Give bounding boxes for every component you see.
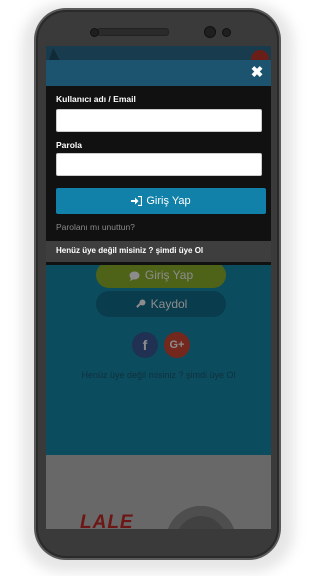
password-label: Parola <box>56 140 82 150</box>
sensor-dot <box>222 28 231 37</box>
sign-in-icon <box>131 195 143 207</box>
forgot-password-link[interactable]: Parolanı mı unuttun? <box>56 222 135 232</box>
login-button-label: Giriş Yap <box>146 195 191 207</box>
phone-speaker <box>97 28 169 36</box>
username-input[interactable] <box>56 109 262 132</box>
password-input[interactable] <box>56 153 262 176</box>
username-label: Kullanıcı adı / Email <box>56 94 136 104</box>
login-button[interactable]: Giriş Yap <box>56 188 266 214</box>
front-camera <box>204 26 216 38</box>
modal-body: Kullanıcı adı / Email Parola Giriş Yap P… <box>46 86 271 265</box>
app-screen: Giriş Yap Kaydol f G+ Henüz üye değil mi… <box>46 46 271 529</box>
modal-header: ✖ <box>46 60 271 86</box>
signup-bar[interactable]: Henüz üye değil misiniz ? şimdi üye Ol <box>46 241 271 262</box>
sensor-dot <box>90 28 99 37</box>
signup-prompt[interactable]: Henüz üye değil misiniz ? şimdi üye Ol <box>56 246 203 255</box>
close-icon[interactable]: ✖ <box>248 64 266 82</box>
